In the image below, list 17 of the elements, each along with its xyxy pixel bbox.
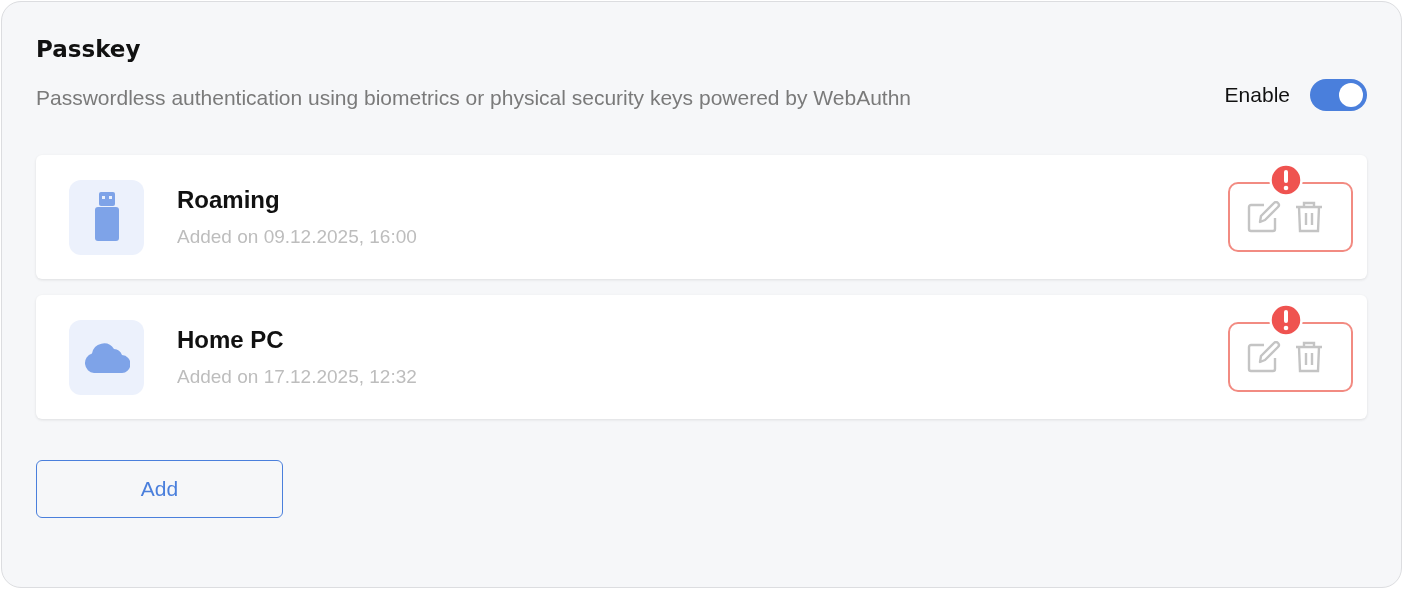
added-date: Added on 09.12.2025, 16:00 <box>177 226 418 248</box>
section-description: Passwordless authentication using biometrics or physical security keys powered by WebAuthn <box>36 85 912 111</box>
edit-icon[interactable] <box>1247 341 1281 373</box>
passkey-name: Home PC <box>177 326 285 354</box>
error-icon <box>1269 303 1303 337</box>
enable-label: Enable <box>1224 83 1290 107</box>
trash-icon[interactable] <box>1295 341 1323 373</box>
add-button[interactable]: Add <box>36 460 283 518</box>
error-icon <box>1269 163 1303 197</box>
added-date: Added on 17.12.2025, 12:32 <box>177 366 418 388</box>
enable-toggle[interactable] <box>1310 79 1367 111</box>
section-title: Passkey <box>36 36 142 62</box>
trash-icon[interactable] <box>1295 201 1323 233</box>
usb-key-icon <box>93 192 120 242</box>
passkey-name: Roaming <box>177 186 281 214</box>
edit-icon[interactable] <box>1247 201 1281 233</box>
cloud-icon <box>83 341 130 373</box>
